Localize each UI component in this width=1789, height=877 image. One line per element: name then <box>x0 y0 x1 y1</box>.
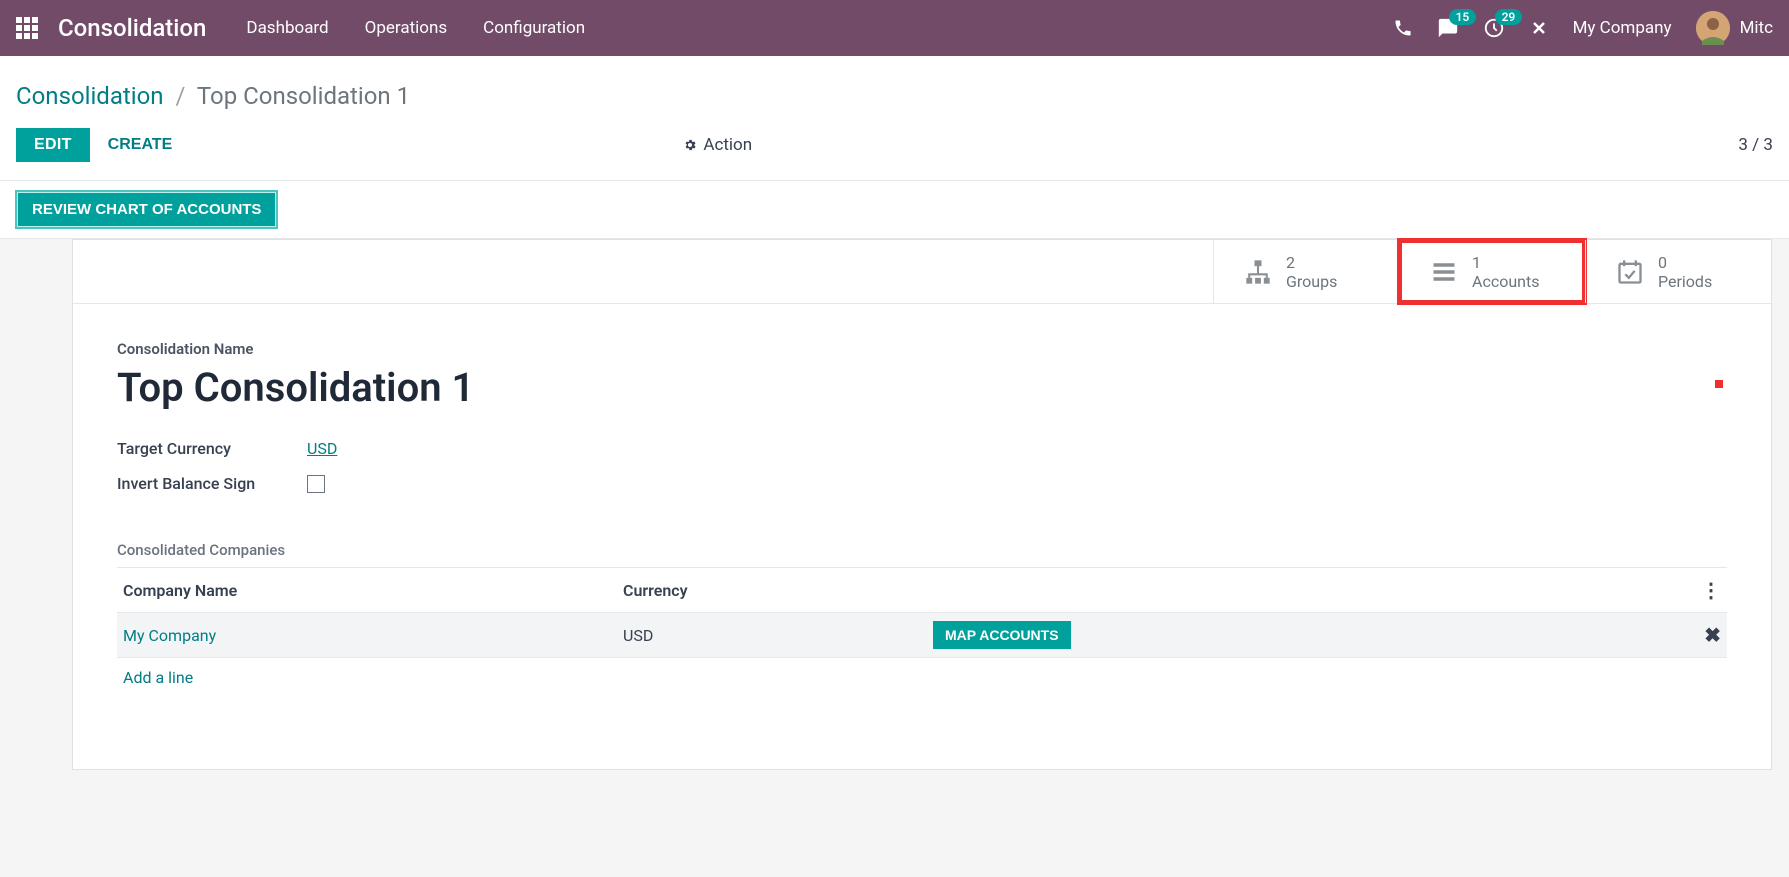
form-body: Consolidation Name Top Consolidation 1 T… <box>73 304 1771 769</box>
action-menu[interactable]: Action <box>683 135 752 155</box>
field-invert-balance: Invert Balance Sign <box>117 474 1727 493</box>
col-currency-header: Currency <box>623 581 933 600</box>
stat-accounts-count: 1 <box>1472 253 1539 272</box>
breadcrumb: Consolidation / Top Consolidation 1 <box>0 72 1789 128</box>
nav-link-configuration[interactable]: Configuration <box>483 18 585 38</box>
breadcrumb-current: Top Consolidation 1 <box>197 82 410 110</box>
form-sheet: 2 Groups 1 Accounts 0 Periods C <box>72 239 1772 770</box>
table-header: Company Name Currency ⋮ <box>117 568 1727 613</box>
consolidated-companies-title: Consolidated Companies <box>117 541 1727 559</box>
user-menu[interactable]: Mitc <box>1696 11 1773 45</box>
invert-balance-label: Invert Balance Sign <box>117 474 307 493</box>
companies-table: Company Name Currency ⋮ My Company USD M… <box>117 567 1727 725</box>
stat-groups-count: 2 <box>1286 253 1337 272</box>
control-row: EDIT CREATE Action 3 / 3 <box>0 128 1789 180</box>
activities-badge: 29 <box>1495 9 1523 25</box>
messages-icon[interactable]: 15 <box>1437 17 1459 39</box>
row-actions: MAP ACCOUNTS <box>933 621 1681 649</box>
phone-icon[interactable] <box>1393 18 1413 38</box>
action-label: Action <box>703 135 752 155</box>
user-name: Mitc <box>1740 18 1773 38</box>
nav-links: Dashboard Operations Configuration <box>246 18 585 38</box>
consolidation-name-value: Top Consolidation 1 <box>117 364 1727 411</box>
pager[interactable]: 3 / 3 <box>1738 135 1773 155</box>
content-head: Consolidation / Top Consolidation 1 EDIT… <box>0 56 1789 239</box>
col-company-header: Company Name <box>123 581 623 600</box>
stat-groups-label: Groups <box>1286 272 1337 291</box>
top-navbar: Consolidation Dashboard Operations Confi… <box>0 0 1789 56</box>
messages-badge: 15 <box>1449 9 1477 25</box>
invert-balance-checkbox[interactable] <box>307 475 325 493</box>
row-company-name[interactable]: My Company <box>123 626 623 645</box>
kebab-icon[interactable]: ⋮ <box>1681 578 1721 602</box>
sheet-wrap: 2 Groups 1 Accounts 0 Periods C <box>0 239 1789 810</box>
stat-accounts[interactable]: 1 Accounts <box>1399 240 1585 303</box>
nav-link-dashboard[interactable]: Dashboard <box>246 18 328 38</box>
calendar-check-icon <box>1616 258 1644 286</box>
target-currency-label: Target Currency <box>117 439 307 458</box>
target-currency-value[interactable]: USD <box>307 439 337 458</box>
app-title: Consolidation <box>58 14 206 42</box>
company-selector[interactable]: My Company <box>1573 18 1672 38</box>
stat-periods-label: Periods <box>1658 272 1712 291</box>
apps-icon[interactable] <box>16 17 38 39</box>
review-chart-button[interactable]: REVIEW CHART OF ACCOUNTS <box>16 191 277 228</box>
topnav-right: 15 29 My Company Mitc <box>1393 11 1773 45</box>
add-line-link[interactable]: Add a line <box>117 658 1727 697</box>
gear-icon <box>683 138 697 152</box>
stat-accounts-label: Accounts <box>1472 272 1539 291</box>
close-icon[interactable] <box>1529 18 1549 38</box>
map-accounts-button[interactable]: MAP ACCOUNTS <box>933 621 1071 649</box>
list-icon <box>1430 258 1458 286</box>
field-target-currency: Target Currency USD <box>117 439 1727 458</box>
edit-button[interactable]: EDIT <box>16 128 90 162</box>
breadcrumb-sep: / <box>175 82 185 110</box>
row-currency: USD <box>623 626 933 645</box>
red-marker <box>1715 380 1723 388</box>
breadcrumb-root[interactable]: Consolidation <box>16 82 164 110</box>
sitemap-icon <box>1244 258 1272 286</box>
table-row: My Company USD MAP ACCOUNTS ✖ <box>117 613 1727 658</box>
activities-icon[interactable]: 29 <box>1483 17 1505 39</box>
nav-link-operations[interactable]: Operations <box>365 18 448 38</box>
consolidation-name-label: Consolidation Name <box>117 340 1727 358</box>
status-bar: REVIEW CHART OF ACCOUNTS <box>0 180 1789 239</box>
stat-periods[interactable]: 0 Periods <box>1585 240 1771 303</box>
remove-row-icon[interactable]: ✖ <box>1681 623 1721 647</box>
avatar <box>1696 11 1730 45</box>
stat-groups[interactable]: 2 Groups <box>1213 240 1399 303</box>
stat-periods-count: 0 <box>1658 253 1712 272</box>
create-button[interactable]: CREATE <box>90 128 191 162</box>
stat-buttons: 2 Groups 1 Accounts 0 Periods <box>73 240 1771 304</box>
